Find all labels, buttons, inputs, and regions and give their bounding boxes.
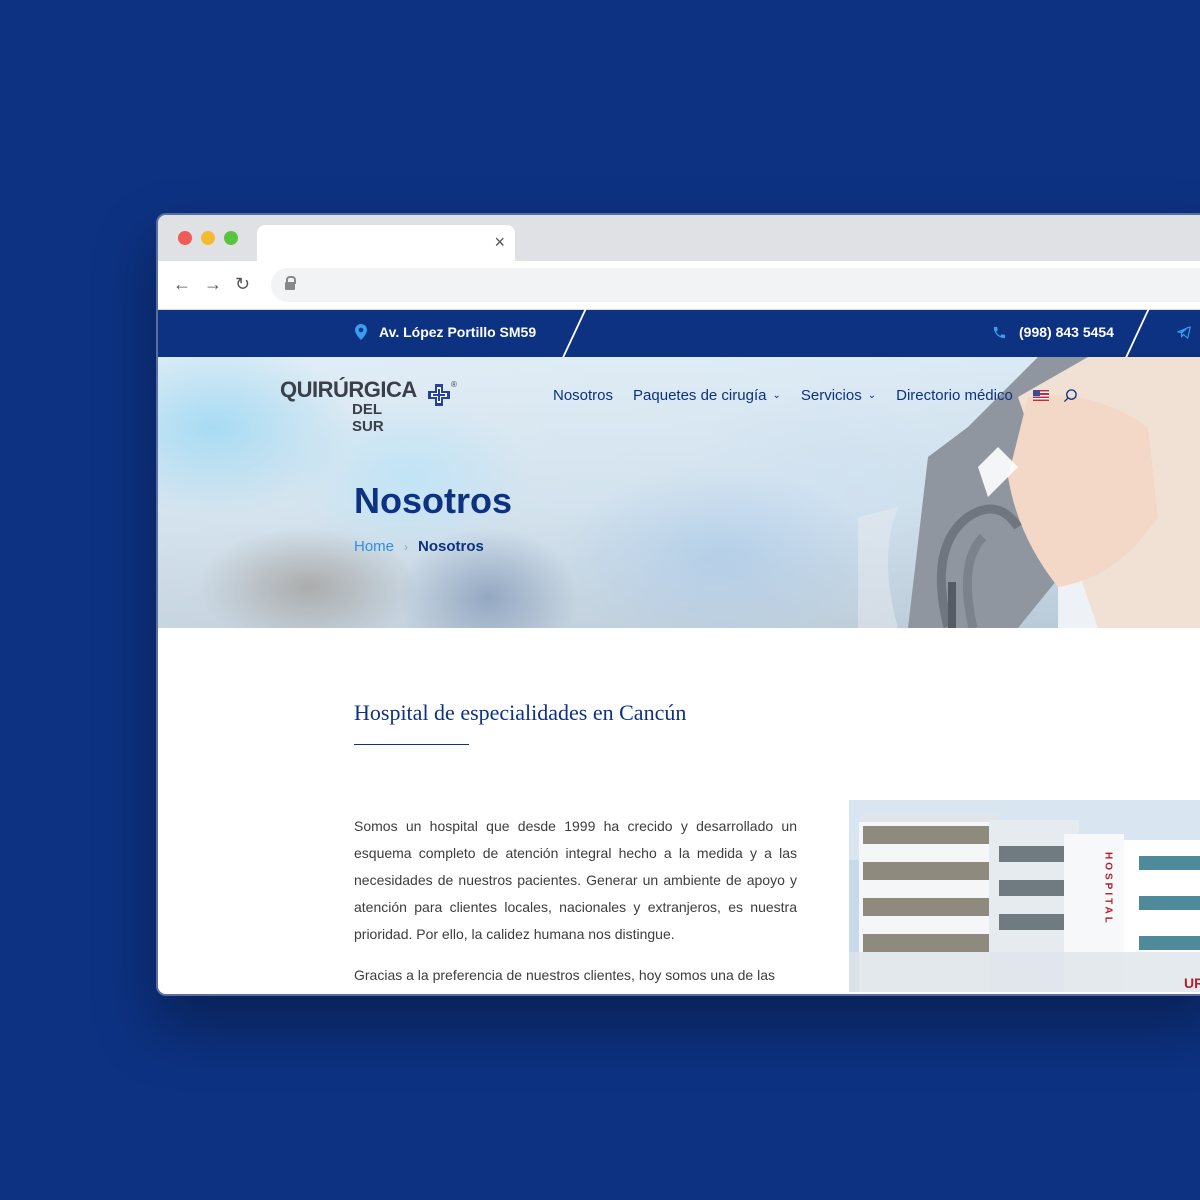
reload-icon[interactable]: ↻ <box>235 273 250 295</box>
breadcrumb-home-link[interactable]: Home <box>354 538 394 555</box>
logo-main-text: QUIRÚRGICA <box>280 377 417 402</box>
heading-underline <box>354 744 469 745</box>
nav-label: Servicios <box>800 387 862 404</box>
address-bar[interactable] <box>271 268 1200 302</box>
logo-sub-text: DEL SUR <box>352 401 384 435</box>
browser-window: × ← → ↻ Av. López Portillo SM59 (998) 84… <box>156 213 1200 996</box>
nav-item-servicios[interactable]: Servicios ⌄ <box>801 387 876 404</box>
hero-banner: QUIRÚRGICA DEL SUR ® Nosotros Paquetes d… <box>158 357 1200 628</box>
site-logo[interactable]: QUIRÚRGICA DEL SUR ® <box>280 377 457 435</box>
building-sign: HOSPITAL <box>1103 852 1114 926</box>
window-close-dot[interactable] <box>178 231 192 245</box>
breadcrumb-separator: › <box>404 539 409 554</box>
phone-icon <box>993 326 1006 338</box>
location-pin-icon <box>355 324 367 340</box>
divider <box>560 308 588 360</box>
intro-paragraph: Somos un hospital que desde 1999 ha crec… <box>354 818 797 942</box>
page-title: Nosotros <box>354 480 513 521</box>
forward-arrow-icon[interactable]: → <box>204 273 222 295</box>
close-icon[interactable]: × <box>494 232 505 252</box>
phone-item[interactable]: (998) 843 5454 <box>992 324 1114 340</box>
us-flag-icon[interactable] <box>1032 390 1049 401</box>
nav-label: Paquetes de cirugía <box>633 387 767 404</box>
back-arrow-icon[interactable]: ← <box>173 273 191 295</box>
address-text: Av. López Portillo SM59 <box>379 324 537 340</box>
browser-tab[interactable]: × <box>257 225 515 261</box>
hospital-building-image: HOSPITAL UR <box>849 800 1200 992</box>
nav-item-paquetes[interactable]: Paquetes de cirugía ⌄ <box>633 387 781 404</box>
top-info-bar: Av. López Portillo SM59 (998) 843 5454 <box>158 308 1200 360</box>
phone-text: (998) 843 5454 <box>1019 324 1114 340</box>
section-heading: Hospital de especialidades en Cancún <box>354 700 687 725</box>
nav-item-directorio[interactable]: Directorio médico <box>896 387 1013 404</box>
main-nav: Nosotros Paquetes de cirugía ⌄ Servicios… <box>553 387 1078 404</box>
window-maximize-dot[interactable] <box>224 231 238 245</box>
browser-tab-bar: × <box>158 215 1200 261</box>
chevron-down-icon: ⌄ <box>867 390 877 401</box>
second-paragraph: Gracias a la preferencia de nuestros cli… <box>354 967 776 983</box>
nav-label: Nosotros <box>553 387 614 404</box>
registered-mark: ® <box>451 380 457 389</box>
search-icon[interactable] <box>1063 388 1078 403</box>
chevron-down-icon: ⌄ <box>772 390 781 401</box>
browser-toolbar: ← → ↻ <box>158 261 1200 310</box>
lock-icon <box>285 276 296 290</box>
telegram-icon[interactable] <box>1176 325 1192 340</box>
building-sign-2: UR <box>1184 975 1200 991</box>
nav-item-nosotros[interactable]: Nosotros <box>553 387 613 404</box>
website: Av. López Portillo SM59 (998) 843 5454 Q… <box>158 308 1200 994</box>
window-minimize-dot[interactable] <box>201 231 215 245</box>
address-item[interactable]: Av. López Portillo SM59 <box>355 324 536 340</box>
nav-label: Directorio médico <box>896 387 1013 404</box>
medical-cross-icon <box>428 384 450 406</box>
divider <box>1123 308 1151 360</box>
breadcrumb-current: Nosotros <box>418 538 484 555</box>
breadcrumb: Home › Nosotros <box>354 538 484 555</box>
